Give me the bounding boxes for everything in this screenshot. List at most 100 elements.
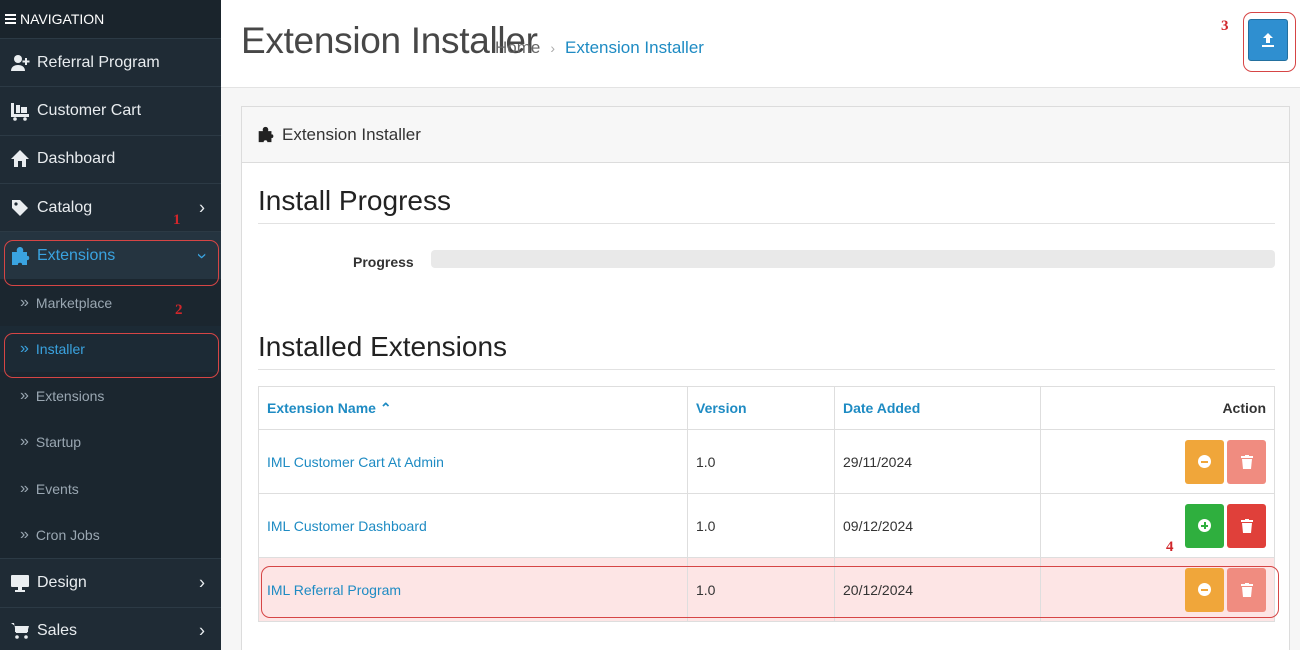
sidebar-item-label: Catalog: [37, 198, 93, 216]
column-header-version[interactable]: Version: [687, 386, 835, 430]
install-button[interactable]: [1185, 439, 1224, 484]
breadcrumb-home[interactable]: Home: [495, 38, 540, 58]
sidebar-item-label: Dashboard: [37, 150, 116, 168]
column-header-action: Action: [1040, 386, 1275, 430]
table-header-row: Extension Name ⌃ Version Date Added Acti…: [258, 386, 1275, 430]
minus-circle-icon: [1198, 583, 1211, 596]
plus-circle-icon: [1198, 519, 1211, 532]
extension-name-cell[interactable]: IML Referral Program: [258, 557, 688, 622]
sidebar-subitem-cron-jobs[interactable]: » Cron Jobs: [0, 511, 221, 559]
page-header: Extension Installer Home › Extension Ins…: [221, 0, 1300, 88]
installed-extensions-table: Extension Name ⌃ Version Date Added Acti…: [258, 386, 1275, 622]
main-content: Extension Installer Home › Extension Ins…: [221, 0, 1300, 650]
install-button[interactable]: [1185, 567, 1224, 612]
puzzle-icon: [258, 126, 274, 143]
sidebar-item-design[interactable]: Design ›: [0, 558, 221, 607]
sidebar-subitem-startup[interactable]: » Startup: [0, 418, 221, 466]
sidebar-subitem-events[interactable]: » Events: [0, 465, 221, 512]
sidebar-item-extensions[interactable]: Extensions ›: [0, 231, 221, 280]
sidebar-subitem-label: Events: [35, 480, 79, 497]
chevron-right-icon: ›: [199, 620, 205, 641]
sidebar-item-label: Customer Cart: [37, 101, 142, 119]
cart-icon: [10, 101, 30, 121]
progress-label: Progress: [353, 254, 414, 270]
extension-name-cell[interactable]: IML Customer Cart At Admin: [258, 429, 688, 494]
column-header-date-added[interactable]: Date Added: [834, 386, 1041, 430]
monitor-icon: [10, 573, 30, 593]
date-added-cell: 29/11/2024: [834, 429, 1041, 494]
minus-circle-icon: [1198, 455, 1211, 468]
breadcrumb-separator-icon: ›: [550, 40, 556, 56]
annotation-4: 4: [1166, 539, 1174, 555]
sidebar-item-customer-cart[interactable]: Customer Cart: [0, 86, 221, 135]
trash-icon: [1240, 582, 1253, 597]
card-header: Extension Installer: [242, 107, 1289, 163]
card-title: Extension Installer: [282, 124, 421, 144]
page-title: Extension Installer: [241, 20, 538, 61]
breadcrumb-current[interactable]: Extension Installer: [565, 38, 704, 58]
double-chevron-icon: »: [20, 293, 29, 311]
home-icon: [10, 149, 30, 169]
table-row: IML Customer Cart At Admin 1.0 29/11/2024: [258, 429, 1275, 494]
installed-extensions-title: Installed Extensions: [258, 331, 1275, 370]
sidebar-item-label: Referral Program: [37, 53, 160, 71]
sidebar-subitem-marketplace[interactable]: » Marketplace: [0, 279, 221, 326]
double-chevron-icon: »: [20, 526, 29, 544]
uninstall-button[interactable]: [1227, 439, 1266, 484]
progress-bar: [431, 250, 1275, 268]
chevron-right-icon: ›: [199, 197, 205, 218]
extension-name-cell[interactable]: IML Customer Dashboard: [258, 493, 688, 558]
uninstall-button[interactable]: [1227, 503, 1266, 548]
uninstall-button[interactable]: [1227, 567, 1266, 612]
trash-icon: [1240, 454, 1253, 469]
install-progress-title: Install Progress: [258, 185, 1275, 224]
action-cell: [1040, 557, 1275, 622]
date-added-cell: 09/12/2024: [834, 493, 1041, 558]
annotation-1: 1: [173, 212, 181, 228]
action-cell: [1040, 429, 1275, 494]
column-header-extension-name[interactable]: Extension Name ⌃: [258, 386, 688, 430]
date-added-cell: 20/12/2024: [834, 557, 1041, 622]
puzzle-icon: [10, 246, 30, 266]
sidebar: NAVIGATION Referral Program Customer Car…: [0, 0, 221, 650]
navigation-header[interactable]: NAVIGATION: [0, 0, 221, 38]
sidebar-item-sales[interactable]: Sales ›: [0, 606, 221, 650]
annotation-3: 3: [1221, 18, 1229, 34]
menu-icon[interactable]: [5, 12, 16, 26]
sidebar-subitem-label: Startup: [35, 434, 82, 451]
sort-asc-icon: ⌃: [379, 399, 392, 416]
sidebar-item-dashboard[interactable]: Dashboard: [0, 134, 221, 183]
version-cell: 1.0: [687, 429, 835, 494]
sidebar-item-referral-program[interactable]: Referral Program: [0, 38, 221, 87]
shopping-cart-icon: [10, 621, 30, 641]
sidebar-item-catalog[interactable]: Catalog ›: [0, 182, 221, 232]
sidebar-subitem-installer[interactable]: » Installer: [0, 325, 221, 373]
chevron-down-icon: ›: [192, 252, 213, 259]
table-row: IML Referral Program 1.0 20/12/2024: [258, 557, 1275, 622]
sidebar-subitem-label: Extensions: [35, 387, 105, 404]
sidebar-subitem-extensions[interactable]: » Extensions: [0, 372, 221, 419]
breadcrumb: Home › Extension Installer: [495, 38, 704, 58]
install-button[interactable]: [1185, 503, 1224, 548]
double-chevron-icon: »: [20, 386, 29, 404]
tag-icon: [10, 198, 30, 218]
upload-button[interactable]: [1248, 19, 1288, 61]
sidebar-item-label: Design: [37, 574, 87, 592]
extension-installer-card: Extension Installer Install Progress Pro…: [241, 106, 1290, 650]
annotation-2: 2: [175, 302, 183, 318]
sidebar-item-label: Extensions: [37, 246, 116, 264]
sidebar-subitem-label: Marketplace: [35, 294, 113, 311]
sidebar-item-label: Sales: [37, 622, 78, 640]
user-plus-icon: [10, 53, 30, 73]
table-row: IML Customer Dashboard 1.0 09/12/2024: [258, 493, 1275, 558]
trash-icon: [1240, 518, 1253, 533]
version-cell: 1.0: [687, 493, 835, 558]
sidebar-subitem-label: Installer: [35, 341, 85, 358]
double-chevron-icon: »: [20, 340, 29, 358]
upload-icon: [1262, 33, 1274, 47]
double-chevron-icon: »: [20, 433, 29, 451]
sidebar-subitem-label: Cron Jobs: [35, 527, 100, 544]
chevron-right-icon: ›: [199, 572, 205, 593]
navigation-title: NAVIGATION: [20, 11, 105, 27]
double-chevron-icon: »: [20, 479, 29, 497]
